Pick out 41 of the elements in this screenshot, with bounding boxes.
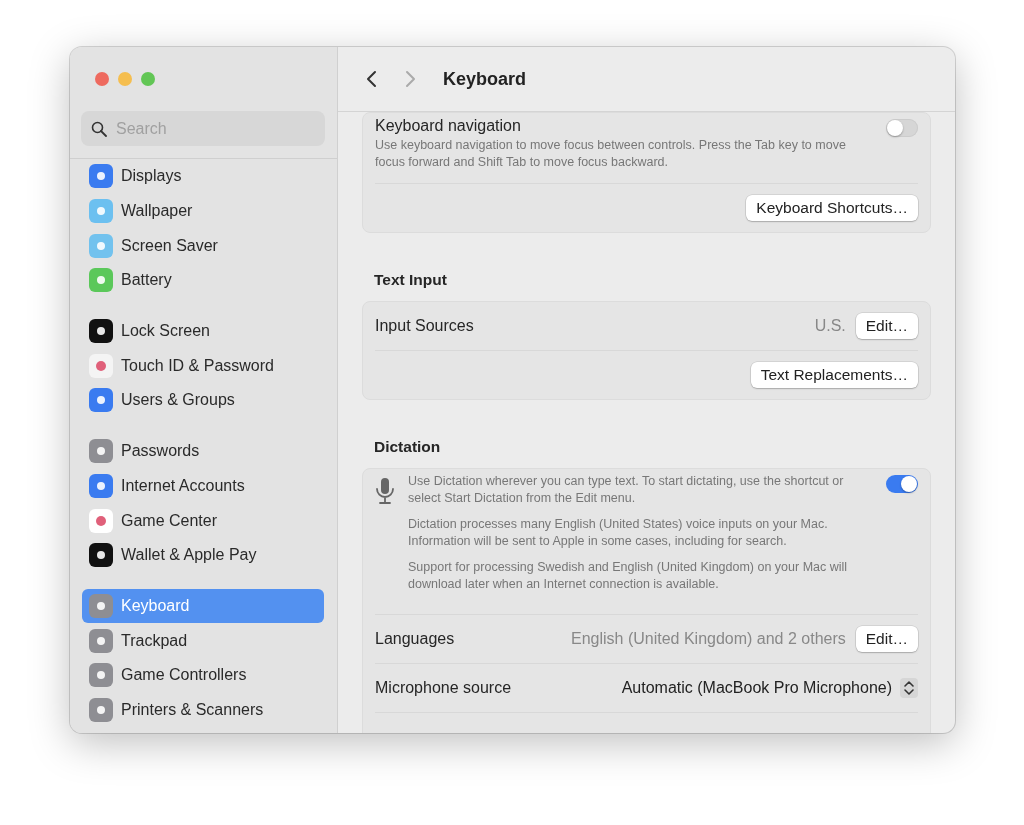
setting-value: U.S. (814, 317, 846, 335)
sidebar-item[interactable]: Printers & Scanners (82, 692, 324, 728)
sidebar-item[interactable]: Displays (82, 159, 324, 194)
close-button[interactable] (95, 72, 109, 86)
edit-button[interactable]: Edit… (855, 626, 918, 652)
sidebar-item[interactable]: Game Center (82, 503, 324, 538)
setting-label: Languages (375, 630, 455, 648)
setting-description: Use keyboard navigation to move focus between controls. Press the Tab key to move focus forward and Shift Tab to move focus backward. (375, 137, 847, 171)
toggle-switch[interactable] (886, 119, 918, 137)
dictation-paragraph: Support for processing Swedish and English (United Kingdom) on your Mac will download later when an Internet connection is available. (408, 559, 849, 593)
chevron-up-down-icon (900, 678, 918, 698)
setting-label: Keyboard navigation (375, 117, 522, 135)
sidebar-item[interactable]: Game Controllers (82, 657, 324, 693)
sidebar-item[interactable]: Wallpaper (82, 193, 324, 229)
sidebar-item[interactable]: Wallet & Apple Pay (82, 537, 324, 573)
section-heading: Dictation (374, 438, 442, 456)
section-heading: Text Input (374, 271, 448, 289)
sidebar-item[interactable]: Passwords (82, 433, 324, 469)
sidebar-item[interactable]: Battery (82, 263, 324, 298)
keyboard-shortcuts-button[interactable]: Keyboard Shortcuts… (746, 195, 918, 221)
sidebar-item[interactable]: Trackpad (82, 623, 324, 658)
back-icon[interactable] (365, 70, 379, 88)
window-title: Keyboard (443, 68, 527, 90)
edit-button[interactable]: Edit… (855, 313, 918, 339)
zoom-button[interactable] (141, 72, 155, 86)
sidebar-item[interactable]: Lock Screen (82, 313, 324, 349)
sidebar-item[interactable]: Screen Saver (82, 228, 324, 264)
forward-icon[interactable] (403, 70, 417, 88)
text-replacements-button[interactable]: Text Replacements… (750, 362, 918, 388)
setting-label: Microphone source (375, 679, 512, 697)
dictation-paragraph: Dictation processes many English (United States) voice inputs on your Mac. Information will be sent to Apple in some cases, including for search. (408, 516, 829, 550)
setting-label: Input Sources (375, 317, 474, 335)
microphone-source-popup[interactable]: Automatic (MacBook Pro Microphone) (621, 678, 918, 698)
sidebar-item[interactable]: Internet Accounts (82, 468, 324, 504)
dictation-paragraph: Use Dictation wherever you can type text. To start dictating, use the shortcut or select Start Dictation from the Edit menu. (408, 473, 845, 507)
toggle-switch[interactable] (886, 475, 918, 493)
sidebar-item[interactable]: Users & Groups (82, 383, 324, 418)
minimize-button[interactable] (118, 72, 132, 86)
setting-value: English (United Kingdom) and 2 others (570, 630, 846, 648)
microphone-icon (375, 477, 395, 505)
sidebar-item[interactable]: Touch ID & Password (82, 348, 324, 384)
